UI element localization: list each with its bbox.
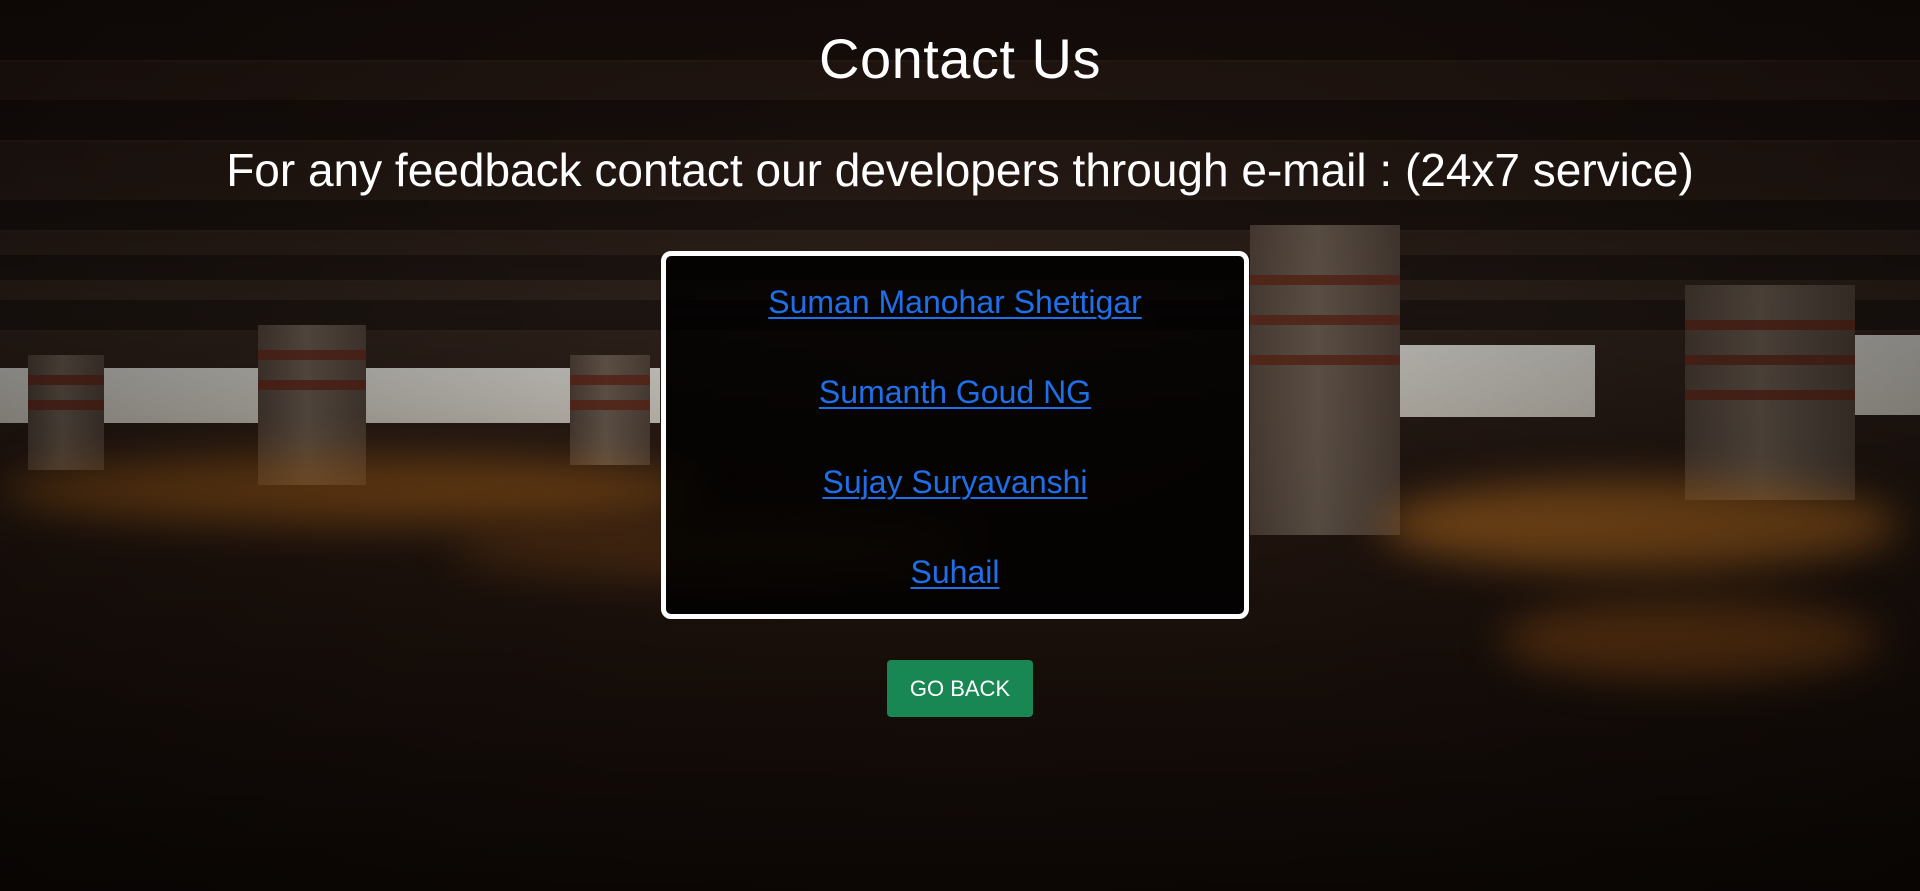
contact-link-sujay-suryavanshi[interactable]: Sujay Suryavanshi	[666, 464, 1244, 501]
contact-page: Contact Us For any feedback contact our …	[0, 0, 1920, 891]
contact-link-suman-manohar-shettigar[interactable]: Suman Manohar Shettigar	[666, 284, 1244, 321]
developer-contacts-box: Suman Manohar Shettigar Sumanth Goud NG …	[661, 251, 1249, 619]
page-subtitle: For any feedback contact our developers …	[226, 144, 1694, 196]
page-title: Contact Us	[819, 27, 1101, 90]
contact-link-sumanth-goud-ng[interactable]: Sumanth Goud NG	[666, 374, 1244, 411]
contact-link-suhail[interactable]: Suhail	[666, 554, 1244, 591]
go-back-button[interactable]: GO BACK	[887, 660, 1033, 717]
